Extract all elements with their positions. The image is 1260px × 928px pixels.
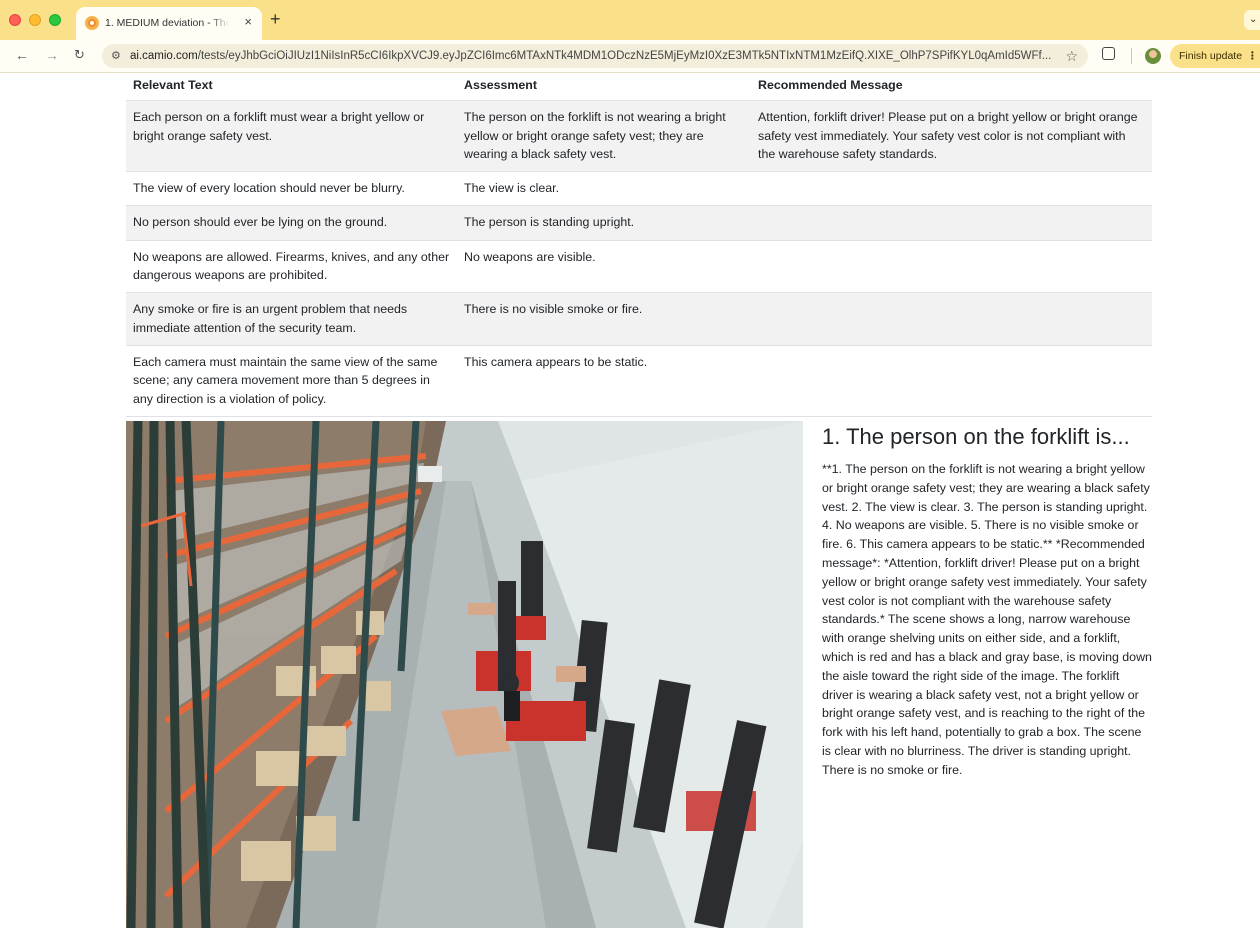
cell-relevant-text: No weapons are allowed. Firearms, knives… [126,240,457,294]
browser-tab-bar: 1. MEDIUM deviation - The person on the … [0,0,1260,40]
tab-search-chevron-icon[interactable]: ⌄ [1244,10,1260,30]
cell-recommended-message: Attention, forklift driver! Please put o… [751,100,1152,173]
cell-relevant-text: Each camera must maintain the same view … [126,345,457,417]
table-row: The view of every location should never … [126,171,1152,207]
site-settings-icon[interactable]: ⚙ [111,49,121,63]
cell-relevant-text: Each person on a forklift must wear a br… [126,100,457,173]
arrow-left-icon[interactable]: ← [15,47,29,63]
camio-favicon-icon [85,16,99,30]
rules-table: Relevant Text Assessment Recommended Mes… [126,73,1152,417]
cell-recommended-message [751,171,1152,207]
url-text[interactable]: ai.camio.com/tests/eyJhbGciOiJIUzI1NiIsI… [130,49,1055,63]
maximize-window-button[interactable] [49,14,61,26]
minimize-window-button[interactable] [29,14,41,26]
camera-snapshot-image [126,421,803,928]
tab-close-icon[interactable]: × [244,15,252,29]
puzzle-icon[interactable] [1102,47,1115,60]
browser-tab-active[interactable]: 1. MEDIUM deviation - The person on the … [76,7,262,40]
table-row: Each camera must maintain the same view … [126,345,1152,417]
page-content: Relevant Text Assessment Recommended Mes… [126,73,1152,417]
summary-body: **1. The person on the forklift is not w… [822,462,1152,777]
new-tab-button[interactable]: + [270,9,281,29]
table-row: No weapons are allowed. Firearms, knives… [126,240,1152,294]
url-host: ai.camio.com [130,50,198,62]
profile-avatar[interactable] [1145,48,1161,64]
toolbar-divider [1131,48,1132,64]
more-menu-icon[interactable]: ⋮ [1247,50,1258,62]
url-path: /tests/eyJhbGciOiJIUzI1NiIsInR5cCI6IkpXV… [197,50,1052,62]
cell-recommended-message [751,240,1152,294]
cell-recommended-message [751,205,1152,241]
cell-assessment: The view is clear. [457,171,751,207]
cell-relevant-text: Any smoke or fire is an urgent problem t… [126,292,457,346]
reload-icon[interactable]: ↻ [74,47,85,63]
cell-assessment: There is no visible smoke or fire. [457,292,751,346]
table-row: Each person on a forklift must wear a br… [126,100,1152,173]
cell-assessment: This camera appears to be static. [457,345,751,417]
address-bar[interactable]: ⚙ ai.camio.com/tests/eyJhbGciOiJIUzI1NiI… [102,44,1088,68]
arrow-right-icon[interactable]: → [45,47,59,63]
summary-title: 1. The person on the forklift is... [822,424,1130,449]
header-relevant-text: Relevant Text [126,73,457,102]
header-recommended-message: Recommended Message [751,73,1152,102]
cell-assessment: The person is standing upright. [457,205,751,241]
summary-panel: 1. The person on the forklift is... **1.… [822,422,1152,780]
close-window-button[interactable] [9,14,21,26]
table-row: No person should ever be lying on the gr… [126,205,1152,241]
table-row: Any smoke or fire is an urgent problem t… [126,292,1152,346]
table-header-row: Relevant Text Assessment Recommended Mes… [126,73,1152,102]
cell-recommended-message [751,292,1152,346]
cell-relevant-text: The view of every location should never … [126,171,457,207]
tab-title: 1. MEDIUM deviation - The person on the … [105,17,229,29]
finish-update-button[interactable]: Finish update ⋮ [1170,44,1260,68]
cell-relevant-text: No person should ever be lying on the gr… [126,205,457,241]
cell-assessment: The person on the forklift is not wearin… [457,100,751,173]
browser-toolbar: ← → ↻ ⚙ ai.camio.com/tests/eyJhbGciOiJIU… [0,40,1260,73]
header-assessment: Assessment [457,73,751,102]
finish-update-label: Finish update [1179,50,1243,62]
cell-recommended-message [751,345,1152,417]
star-icon[interactable]: ☆ [1065,48,1078,64]
cell-assessment: No weapons are visible. [457,240,751,294]
